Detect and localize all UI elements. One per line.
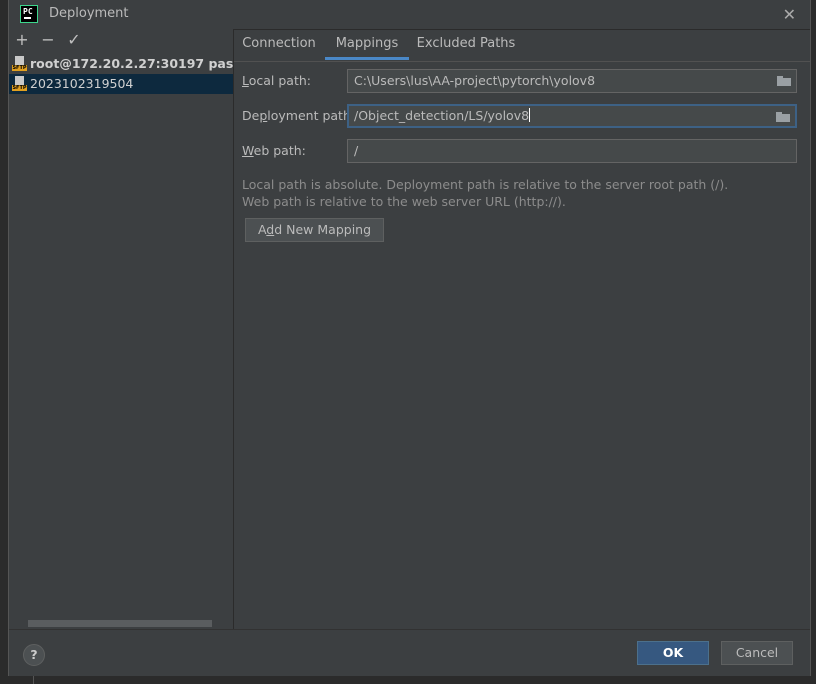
remove-server-button[interactable]: − bbox=[39, 31, 57, 49]
server-item-label: 2023102319504 bbox=[30, 76, 134, 91]
deployment-path-value: /Object_detection/LS/yolov8 bbox=[354, 108, 530, 123]
server-item[interactable]: SFTP root@172.20.2.27:30197 password bbox=[9, 54, 233, 74]
deployment-dialog: PC Deployment ✕ + − ✓ SFTP root@172.20.2… bbox=[8, 0, 811, 677]
tab-connection[interactable]: Connection bbox=[234, 29, 324, 60]
text-cursor bbox=[529, 108, 531, 122]
server-toolbar: + − ✓ bbox=[9, 29, 233, 53]
cancel-button[interactable]: Cancel bbox=[721, 641, 793, 665]
add-new-mapping-button[interactable]: Add New Mapping bbox=[245, 218, 384, 242]
dialog-footer: ? OK Cancel bbox=[9, 629, 810, 677]
sftp-server-icon: SFTP bbox=[12, 76, 27, 91]
hint-text-line-2: Web path is relative to the web server U… bbox=[242, 194, 566, 209]
folder-icon[interactable] bbox=[777, 76, 791, 86]
deployment-path-label: Deployment path: bbox=[242, 108, 356, 123]
use-as-default-button[interactable]: ✓ bbox=[65, 31, 83, 49]
folder-icon[interactable] bbox=[776, 112, 790, 122]
web-path-value: / bbox=[354, 143, 359, 158]
help-icon[interactable]: ? bbox=[23, 644, 45, 666]
ok-button[interactable]: OK bbox=[637, 641, 709, 665]
pycharm-logo-icon: PC bbox=[20, 5, 38, 23]
add-server-button[interactable]: + bbox=[13, 31, 31, 49]
deployment-path-input[interactable]: /Object_detection/LS/yolov8 bbox=[347, 104, 797, 128]
tab-bar: Connection Mappings Excluded Paths bbox=[234, 29, 810, 62]
local-path-value: C:\Users\lus\AA-project\pytorch\yolov8 bbox=[354, 73, 596, 88]
local-path-label: Local path: bbox=[242, 73, 312, 88]
tab-mappings[interactable]: Mappings bbox=[325, 29, 409, 60]
local-path-input[interactable]: C:\Users\lus\AA-project\pytorch\yolov8 bbox=[347, 69, 797, 93]
background-strip bbox=[0, 676, 816, 684]
app-logo-text: PC bbox=[23, 7, 33, 16]
close-icon[interactable]: ✕ bbox=[783, 5, 796, 24]
tab-excluded-paths[interactable]: Excluded Paths bbox=[410, 29, 522, 60]
server-item-label: root@172.20.2.27:30197 password bbox=[30, 56, 233, 71]
web-path-input[interactable]: / bbox=[347, 139, 797, 163]
background-divider bbox=[33, 676, 34, 684]
horizontal-scrollbar[interactable] bbox=[28, 620, 212, 627]
server-item[interactable]: SFTP 2023102319504 bbox=[9, 74, 233, 94]
window-title: Deployment bbox=[49, 6, 129, 21]
hint-text-line-1: Local path is absolute. Deployment path … bbox=[242, 177, 729, 192]
title-bar: PC Deployment ✕ bbox=[9, 0, 810, 30]
web-path-label: Web path: bbox=[242, 143, 306, 158]
sftp-server-icon: SFTP bbox=[12, 56, 27, 71]
server-list-panel: + − ✓ SFTP root@172.20.2.27:30197 passwo… bbox=[9, 29, 234, 629]
